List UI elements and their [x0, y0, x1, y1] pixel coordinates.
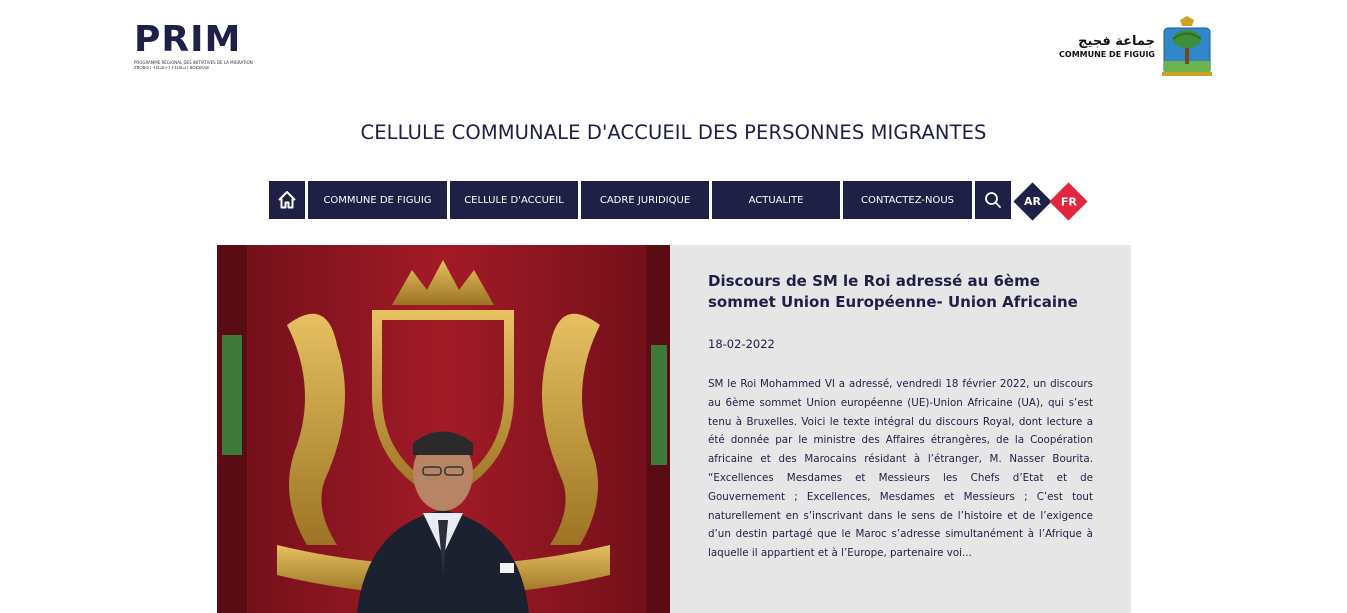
nav-search-button[interactable] — [975, 181, 1011, 219]
page-title: CELLULE COMMUNALE D'ACCUEIL DES PERSONNE… — [360, 121, 987, 144]
figuig-logo-french: COMMUNE DE FIGUIG — [1059, 50, 1155, 59]
language-switcher: AR FR — [1013, 182, 1091, 221]
nav-contactez-nous[interactable]: CONTACTEZ-NOUS — [843, 181, 972, 219]
featured-article[interactable]: Discours de SM le Roi adressé au 6ème so… — [217, 245, 1131, 613]
figuig-logo-arabic: جماعة فجيج — [1078, 34, 1155, 49]
article-date: 18-02-2022 — [708, 337, 775, 351]
main-nav: COMMUNE DE FIGUIG CELLULE D'ACCUEIL CADR… — [269, 181, 1014, 219]
figuig-logo[interactable]: جماعة فجيج COMMUNE DE FIGUIG — [1054, 16, 1214, 78]
language-ar-label: AR — [1024, 194, 1041, 208]
article-image[interactable] — [217, 245, 670, 613]
prim-logo[interactable]: PRIM PROGRAMME RÉGIONAL DES INITIATIVES … — [134, 19, 253, 76]
article-excerpt: SM le Roi Mohammed VI a adressé, vendred… — [708, 378, 1093, 560]
article-body: Discours de SM le Roi adressé au 6ème so… — [708, 271, 1093, 563]
nav-home-button[interactable] — [269, 181, 305, 219]
language-fr-label: FR — [1060, 194, 1077, 208]
language-ar-button[interactable]: AR — [1013, 182, 1052, 221]
nav-cadre-juridique[interactable]: CADRE JURIDIQUE — [581, 181, 709, 219]
figuig-emblem-icon — [1162, 16, 1212, 76]
prim-logo-word: PRIM — [134, 19, 242, 60]
article-photo — [217, 245, 670, 613]
language-fr-button[interactable]: FR — [1049, 182, 1088, 221]
nav-actualite[interactable]: ACTUALITE — [712, 181, 840, 219]
article-title[interactable]: Discours de SM le Roi adressé au 6ème so… — [708, 271, 1093, 313]
nav-cellule-d-accueil[interactable]: CELLULE D'ACCUEIL — [450, 181, 578, 219]
nav-commune-de-figuig[interactable]: COMMUNE DE FIGUIG — [308, 181, 447, 219]
search-icon — [985, 192, 1001, 208]
prim-logo-tagline-tifinagh: ⵉⴳⵔⵓⵙ ⵏ ⵜⵎⵏⴰⴹⵜ ⵏ ⵜⵉⵡⵏⵏⴰⵏ ⵏ ⵓⵙⵎⵓⴷⴷⵓ — [134, 65, 209, 70]
home-icon — [278, 191, 296, 209]
